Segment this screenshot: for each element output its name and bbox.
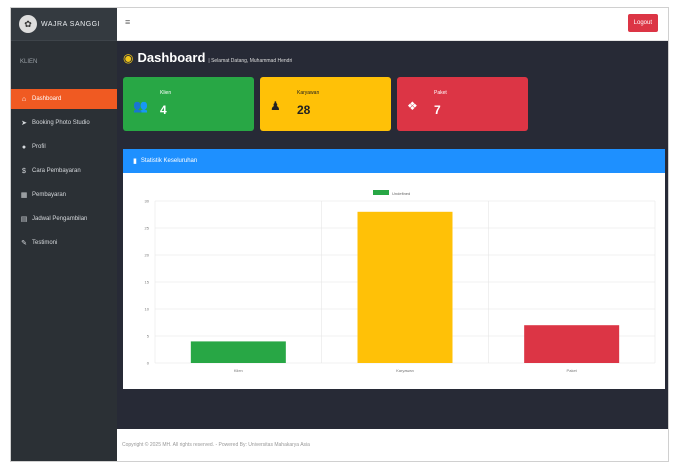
dashboard-icon: ◉ <box>123 51 134 65</box>
card-value: 7 <box>434 103 441 117</box>
dollar-icon: $ <box>22 167 26 175</box>
card-klien[interactable]: 👥 Klien 4 <box>123 77 254 131</box>
page-header: ◉ Dashboard | Selamat Datang, Muhammad H… <box>123 50 292 65</box>
sidebar-item-label: Jadwal Pengambilan <box>32 216 88 222</box>
bar-karyawan <box>357 211 453 363</box>
sidebar: ✿ WAJRA SANGGI KLIEN ⌂ Dashboard ➤ Booki… <box>11 8 117 461</box>
page-title: Dashboard <box>137 50 206 65</box>
stats-panel-header: ▮ Statistik Keseluruhan <box>123 149 665 173</box>
card-label: Paket <box>434 90 447 96</box>
sidebar-section-label: KLIEN <box>20 59 38 65</box>
x-tick-label: Paket <box>567 368 578 373</box>
sidebar-item-label: Cara Pembayaran <box>32 168 81 174</box>
sidebar-item-booking[interactable]: ➤ Booking Photo Studio <box>11 113 117 133</box>
brand[interactable]: ✿ WAJRA SANGGI <box>11 8 117 41</box>
sidebar-item-label: Pembayaran <box>32 192 67 198</box>
topbar: ≡ Logout <box>117 8 668 41</box>
bar-klien <box>190 341 286 363</box>
card-value: 4 <box>160 103 167 117</box>
y-tick-label: 25 <box>145 226 150 231</box>
home-icon: ⌂ <box>21 95 27 103</box>
users-icon: 👥 <box>133 99 148 113</box>
page-subtitle: | Selamat Datang, Muhammad Hendri <box>208 58 293 64</box>
comments-icon: ✎ <box>21 240 27 247</box>
bar-chart-icon: ▮ <box>133 158 137 165</box>
calendar-icon: ▤ <box>20 216 28 223</box>
sidebar-item-pembayaran[interactable]: ▦ Pembayaran <box>11 185 117 205</box>
logout-button[interactable]: Logout <box>627 14 658 32</box>
cubes-icon: ❖ <box>407 99 418 113</box>
calendar-icon: ▦ <box>20 192 28 199</box>
card-label: Klien <box>160 90 172 96</box>
user-tie-icon: ♟ <box>270 99 281 113</box>
sidebar-item-cara-pembayaran[interactable]: $ Cara Pembayaran <box>11 161 117 181</box>
sidebar-item-testimoni[interactable]: ✎ Testimoni <box>11 233 117 253</box>
footer-text: Copyright © 2025 MH. All rights reserved… <box>122 442 310 448</box>
main-content: ≡ Logout ◉ Dashboard | Selamat Datang, M… <box>117 8 668 461</box>
sidebar-item-dashboard[interactable]: ⌂ Dashboard <box>11 89 117 109</box>
sidebar-item-jadwal[interactable]: ▤ Jadwal Pengambilan <box>11 209 117 229</box>
y-tick-label: 5 <box>147 334 150 339</box>
x-tick-label: Karyawan <box>396 368 414 373</box>
sidebar-item-label: Dashboard <box>32 96 62 102</box>
sidebar-item-label: Profil <box>32 144 46 150</box>
y-tick-label: 0 <box>147 361 150 366</box>
sidebar-nav: ⌂ Dashboard ➤ Booking Photo Studio ● Pro… <box>11 89 117 253</box>
x-tick-label: Klien <box>234 368 243 373</box>
footer: Copyright © 2025 MH. All rights reserved… <box>117 429 668 461</box>
sidebar-item-label: Testimoni <box>32 240 58 246</box>
y-tick-label: 15 <box>145 280 150 285</box>
brand-name: WAJRA SANGGI <box>41 20 101 28</box>
bar-chart: Undefined 0 5 10 15 20 25 30 Klien Karyawan Paket <box>145 190 656 373</box>
y-tick-label: 10 <box>145 307 150 312</box>
card-paket[interactable]: ❖ Paket 7 <box>397 77 528 131</box>
user-icon: ● <box>21 143 27 151</box>
stats-panel: ▮ Statistik Keseluruhan Undefined 0 5 10 15 2… <box>123 149 665 389</box>
bar-paket <box>524 325 620 363</box>
card-karyawan[interactable]: ♟ Karyawan 28 <box>260 77 391 131</box>
card-label: Karyawan <box>297 90 320 96</box>
app-window: ✿ WAJRA SANGGI KLIEN ⌂ Dashboard ➤ Booki… <box>10 7 669 462</box>
sidebar-item-profil[interactable]: ● Profil <box>11 137 117 157</box>
y-tick-label: 20 <box>145 253 150 258</box>
menu-icon[interactable]: ≡ <box>125 17 130 27</box>
stats-panel-title: Statistik Keseluruhan <box>140 158 198 164</box>
card-value: 28 <box>297 103 311 117</box>
sidebar-item-label: Booking Photo Studio <box>32 120 90 126</box>
send-icon: ➤ <box>21 120 27 127</box>
legend-label: Undefined <box>392 191 410 196</box>
y-tick-label: 30 <box>145 199 150 204</box>
brand-logo-icon: ✿ <box>19 15 37 33</box>
legend-swatch <box>373 190 389 195</box>
